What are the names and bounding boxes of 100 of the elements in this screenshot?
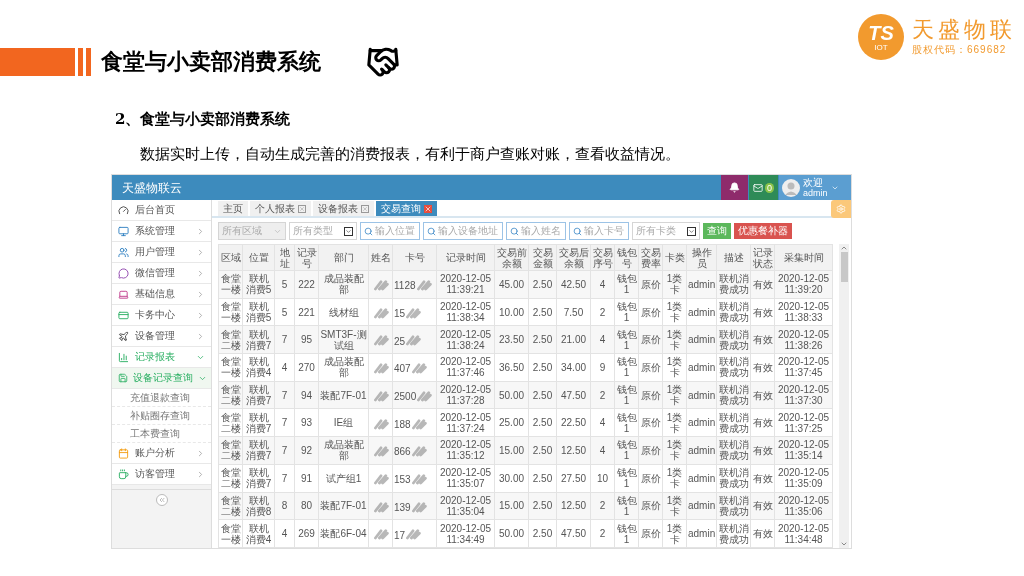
table-cell: 原价 bbox=[638, 325, 663, 354]
title-bar bbox=[86, 48, 91, 76]
sidebar-item[interactable]: 基础信息 bbox=[112, 284, 211, 305]
redaction-smudge bbox=[405, 333, 422, 348]
table-cell: 钱包1 bbox=[614, 298, 639, 326]
sidebar-subitem[interactable]: 充值退款查询 bbox=[112, 389, 211, 407]
table-cell: 原价 bbox=[638, 408, 663, 437]
table-cell: 联机消费7 bbox=[242, 436, 275, 465]
table-cell: 1类卡 bbox=[662, 298, 687, 326]
table-cell: 12.50 bbox=[556, 492, 591, 520]
sidebar-item[interactable]: 记录报表 bbox=[112, 347, 211, 368]
greeting: 欢迎 bbox=[803, 177, 823, 188]
table-cell: 2020-12-05 11:38:33 bbox=[774, 298, 833, 326]
sidebar-item[interactable]: 账户分析 bbox=[112, 443, 211, 464]
table-cell: 45.00 bbox=[494, 270, 529, 299]
table-cell: 4 bbox=[590, 436, 615, 465]
tab[interactable]: 交易查询 bbox=[376, 201, 437, 216]
redaction-smudge bbox=[372, 361, 389, 376]
user-name: admin bbox=[803, 188, 828, 198]
column-header: 描述 bbox=[716, 244, 751, 271]
scrollbar-thumb[interactable] bbox=[840, 252, 848, 282]
table-cell: 22.50 bbox=[556, 408, 591, 437]
table-cell: 21.00 bbox=[556, 325, 591, 354]
sidebar-item[interactable]: 访客管理 bbox=[112, 464, 211, 485]
table-cell: 原价 bbox=[638, 464, 663, 492]
search-icon bbox=[510, 226, 519, 236]
table-cell: 联机消费成功 bbox=[716, 519, 751, 548]
table-cell: 2.50 bbox=[528, 381, 557, 409]
table-cell: 食堂二楼 bbox=[218, 325, 243, 354]
collapse-sidebar-button[interactable] bbox=[155, 493, 168, 506]
table-cell: 91 bbox=[294, 464, 319, 492]
sidebar-label: 工本费查询 bbox=[130, 427, 181, 440]
redaction-smudge bbox=[410, 444, 427, 459]
table-cell: admin bbox=[686, 298, 717, 326]
section-description: 数据实时上传，自动生成完善的消费报表，有利于商户查账对账，查看收益情况。 bbox=[140, 144, 681, 164]
sidebar-subitem[interactable]: 补贴圈存查询 bbox=[112, 407, 211, 425]
cup-icon bbox=[118, 468, 129, 480]
sidebar-label: 充值退款查询 bbox=[130, 391, 191, 404]
search-field[interactable]: 输入卡号 bbox=[569, 222, 629, 240]
table-cell: 222 bbox=[294, 270, 319, 299]
table-cell: 80 bbox=[294, 492, 319, 520]
table-cell: 4 bbox=[590, 270, 615, 299]
sidebar-subitem[interactable]: 工本费查询 bbox=[112, 425, 211, 443]
title-bar bbox=[78, 48, 83, 76]
sidebar-item[interactable]: 用户管理 bbox=[112, 242, 211, 263]
table-cell: 2.50 bbox=[528, 436, 557, 465]
sidebar-item[interactable]: 微信管理 bbox=[112, 263, 211, 284]
sidebar-label: 系统管理 bbox=[135, 225, 176, 237]
close-icon[interactable] bbox=[298, 204, 306, 213]
card-icon bbox=[118, 309, 129, 321]
table-cell: 联机消费7 bbox=[242, 464, 275, 492]
sidebar-label: 基础信息 bbox=[135, 288, 176, 300]
close-icon[interactable] bbox=[424, 204, 432, 213]
table-cell: 联机消费7 bbox=[242, 408, 275, 437]
sidebar-item[interactable]: 系统管理 bbox=[112, 221, 211, 242]
card-number: 15 bbox=[394, 308, 406, 320]
redaction-smudge bbox=[416, 388, 433, 403]
stock-code: 股权代码：669682 bbox=[912, 43, 1008, 57]
table-cell: admin bbox=[686, 436, 717, 465]
table-cell: 7 bbox=[274, 381, 295, 409]
table-cell: 2020-12-05 11:39:20 bbox=[774, 270, 833, 299]
column-header: 记录状态 bbox=[750, 244, 775, 271]
search-field[interactable]: 输入位置 bbox=[360, 222, 420, 240]
table-cell: 食堂二楼 bbox=[218, 408, 243, 437]
select-placeholder: 所有区域 bbox=[222, 225, 262, 237]
table-cell: 有效 bbox=[750, 492, 775, 520]
table-cell: admin bbox=[686, 492, 717, 520]
sidebar-item[interactable]: 设备管理 bbox=[112, 326, 211, 347]
laptop-icon bbox=[118, 288, 129, 300]
table-cell: 2.50 bbox=[528, 298, 557, 326]
user-menu[interactable]: 欢迎 admin bbox=[779, 175, 851, 200]
search-field[interactable]: 输入设备地址 bbox=[423, 222, 503, 240]
tab[interactable]: 设备报表 bbox=[313, 201, 374, 216]
table-cell: 有效 bbox=[750, 381, 775, 409]
sidebar-subitem[interactable]: 设备记录查询 bbox=[112, 368, 211, 389]
table-cell: SMT3F-测试组 bbox=[318, 325, 369, 354]
scroll-up-icon[interactable] bbox=[840, 244, 848, 252]
sidebar-item[interactable]: 卡务中心 bbox=[112, 305, 211, 326]
scroll-down-icon[interactable] bbox=[840, 540, 848, 548]
close-icon[interactable] bbox=[361, 204, 369, 213]
tab[interactable]: 个人报表 bbox=[250, 201, 311, 216]
table-cell: 食堂二楼 bbox=[218, 464, 243, 492]
table-cell: 钱包1 bbox=[614, 325, 639, 354]
table-cell: 2020-12-05 11:38:24 bbox=[436, 325, 495, 354]
filter-button[interactable]: 优惠餐补器 bbox=[734, 223, 792, 239]
table-cell: 钱包1 bbox=[614, 464, 639, 492]
table-cell: 有效 bbox=[750, 436, 775, 465]
table-cell: 1类卡 bbox=[662, 519, 687, 548]
settings-button[interactable] bbox=[831, 200, 851, 218]
table-cell: 1类卡 bbox=[662, 464, 687, 492]
table-cell: 2020-12-05 11:35:06 bbox=[774, 492, 833, 520]
table-cell: 4 bbox=[274, 519, 295, 548]
tab[interactable]: 主页 bbox=[218, 201, 248, 216]
notifications-button[interactable] bbox=[721, 175, 748, 200]
plane-icon bbox=[118, 330, 129, 342]
card-number: 139 bbox=[394, 501, 411, 513]
avatar-icon bbox=[782, 178, 800, 197]
column-header: 交易前余额 bbox=[494, 244, 529, 271]
sidebar-item[interactable]: 后台首页 bbox=[112, 200, 211, 221]
search-field[interactable]: 输入姓名 bbox=[506, 222, 566, 240]
